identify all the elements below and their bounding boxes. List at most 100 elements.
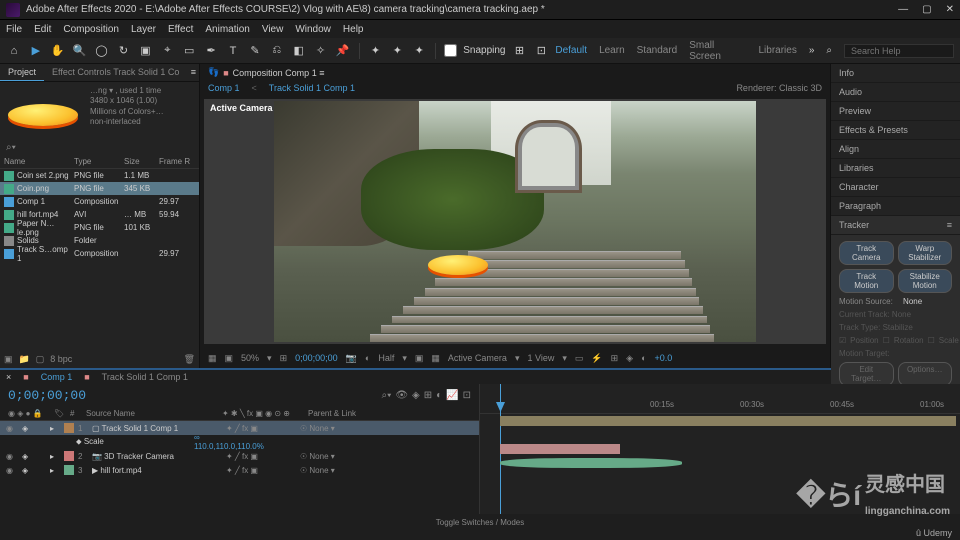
mask-icon[interactable]: ▣ bbox=[225, 353, 234, 364]
shy-icon[interactable]: 👁 bbox=[395, 390, 408, 401]
menu-effect[interactable]: Effect bbox=[168, 24, 193, 35]
time-display[interactable]: 0;00;00;00 bbox=[295, 353, 338, 363]
eraser-tool-icon[interactable]: ◧ bbox=[291, 43, 307, 59]
home-icon[interactable]: ⌂ bbox=[6, 43, 22, 59]
menu-view[interactable]: View bbox=[262, 24, 284, 35]
panel-libraries[interactable]: Libraries bbox=[831, 159, 960, 178]
tl-close-icon[interactable]: × bbox=[6, 372, 11, 382]
comp-icon[interactable]: ▢ bbox=[36, 354, 45, 365]
exposure-value[interactable]: +0.0 bbox=[655, 353, 673, 363]
channel-icon[interactable]: ◐ bbox=[365, 353, 370, 363]
hand-tool-icon[interactable]: ✋ bbox=[50, 43, 66, 59]
tracker-menu-icon[interactable]: ≡ bbox=[947, 220, 952, 230]
menu-help[interactable]: Help bbox=[343, 24, 364, 35]
tab-effect-controls[interactable]: Effect Controls Track Solid 1 Co bbox=[44, 64, 187, 81]
rotation-tool-icon[interactable]: ↻ bbox=[116, 43, 132, 59]
composition-viewer[interactable]: Active Camera bbox=[204, 99, 826, 344]
layer-bar-2[interactable] bbox=[500, 444, 620, 454]
menu-file[interactable]: File bbox=[6, 24, 22, 35]
panel-preview[interactable]: Preview bbox=[831, 102, 960, 121]
selection-tool-icon[interactable]: ▶ bbox=[28, 43, 44, 59]
menu-edit[interactable]: Edit bbox=[34, 24, 51, 35]
renderer-select[interactable]: Classic 3D bbox=[779, 83, 822, 93]
tl-tab-comp1[interactable]: Comp 1 bbox=[41, 372, 73, 382]
snap-opt-icon[interactable]: ⊞ bbox=[511, 43, 527, 59]
puppet-tool-icon[interactable]: 📌 bbox=[335, 43, 351, 59]
snapping-checkbox[interactable] bbox=[444, 44, 457, 57]
folder-icon[interactable]: 📁 bbox=[19, 354, 30, 365]
trash-icon[interactable]: 🗑 bbox=[184, 354, 195, 365]
bpc-button[interactable]: 8 bpc bbox=[50, 354, 72, 364]
project-row[interactable]: Coin.pngPNG file345 KB bbox=[0, 182, 199, 195]
project-row[interactable]: Coin set 2.pngPNG file1.1 MB bbox=[0, 169, 199, 182]
res-auto-icon[interactable]: ⊞ bbox=[280, 353, 288, 364]
motionblur-icon[interactable]: ◐ bbox=[436, 390, 442, 401]
workspace-libraries[interactable]: Libraries bbox=[758, 45, 796, 56]
view-axis-icon[interactable]: ✦ bbox=[411, 43, 427, 59]
minimize-button[interactable]: — bbox=[898, 4, 908, 15]
coin-layer[interactable] bbox=[428, 255, 488, 275]
roi-icon[interactable]: ▣ bbox=[415, 353, 424, 364]
tl-tab-track[interactable]: Track Solid 1 Comp 1 bbox=[102, 372, 188, 382]
close-button[interactable]: ✕ bbox=[946, 4, 954, 15]
menu-composition[interactable]: Composition bbox=[63, 24, 119, 35]
transparency-icon[interactable]: ▦ bbox=[431, 353, 440, 364]
crumb-comp1[interactable]: Comp 1 bbox=[208, 83, 240, 93]
timeline-layer[interactable]: ◉◈▸3▶ hill fort.mp4✦ ╱ fx ▣☉ None ▾ bbox=[0, 463, 479, 477]
zoom-tool-icon[interactable]: 🔍 bbox=[72, 43, 88, 59]
timeline-layer[interactable]: ◉◈▸2📷 3D Tracker Camera✦ ╱ fx ▣☉ None ▾ bbox=[0, 449, 479, 463]
search-help-input[interactable] bbox=[844, 44, 954, 58]
workspace-default[interactable]: Default bbox=[555, 45, 587, 56]
project-row[interactable]: Comp 1Composition29.97 bbox=[0, 195, 199, 208]
layer-bar-1[interactable] bbox=[500, 416, 956, 426]
graph-icon[interactable]: 📈 bbox=[446, 390, 458, 401]
pan-behind-tool-icon[interactable]: ⌖ bbox=[159, 43, 175, 59]
flowchart-icon[interactable]: ◈ bbox=[626, 353, 633, 364]
menu-window[interactable]: Window bbox=[295, 24, 331, 35]
orbit-tool-icon[interactable]: ◯ bbox=[94, 43, 110, 59]
fast-preview-icon[interactable]: ⚡ bbox=[591, 353, 602, 364]
snap-opt2-icon[interactable]: ⊡ bbox=[533, 43, 549, 59]
panel-character[interactable]: Character bbox=[831, 178, 960, 197]
panel-effects-presets[interactable]: Effects & Presets bbox=[831, 121, 960, 140]
tab-composition[interactable]: Composition Comp 1 ≡ bbox=[233, 68, 325, 78]
crumb-track-solid[interactable]: Track Solid 1 Comp 1 bbox=[269, 83, 355, 93]
timeline-layer[interactable]: ⬥ Scale∞ 110.0,110.0,110.0% bbox=[0, 435, 479, 449]
panel-audio[interactable]: Audio bbox=[831, 83, 960, 102]
exposure-reset-icon[interactable]: ◐ bbox=[641, 353, 646, 363]
project-row[interactable]: Track S…omp 1Composition29.97 bbox=[0, 247, 199, 260]
views-select[interactable]: 1 View bbox=[527, 353, 554, 363]
brainstorm-icon[interactable]: ⊡ bbox=[463, 390, 471, 401]
panel-align[interactable]: Align bbox=[831, 140, 960, 159]
maximize-button[interactable]: ▢ bbox=[922, 4, 931, 15]
zoom-select[interactable]: 50% bbox=[241, 353, 259, 363]
world-axis-icon[interactable]: ✦ bbox=[389, 43, 405, 59]
tab-project[interactable]: Project bbox=[0, 64, 44, 81]
panel-menu-icon[interactable]: ≡ bbox=[188, 64, 199, 81]
workspace-small[interactable]: Small Screen bbox=[689, 40, 746, 62]
track-camera-button[interactable]: Track Camera bbox=[839, 241, 894, 265]
workspace-more-icon[interactable]: » bbox=[809, 45, 815, 56]
menu-layer[interactable]: Layer bbox=[131, 24, 156, 35]
grid-icon[interactable]: ▦ bbox=[208, 353, 217, 364]
snapshot-icon[interactable]: 📷 bbox=[346, 353, 357, 364]
search-layer-input[interactable]: ⌕▾ bbox=[382, 390, 392, 401]
frameblend-icon[interactable]: ⊞ bbox=[424, 390, 432, 401]
menu-animation[interactable]: Animation bbox=[205, 24, 249, 35]
local-axis-icon[interactable]: ✦ bbox=[368, 43, 384, 59]
resolution-select[interactable]: Half bbox=[378, 353, 394, 363]
tracker-panel-title[interactable]: Tracker bbox=[839, 220, 869, 230]
shape-tool-icon[interactable]: ▭ bbox=[181, 43, 197, 59]
pen-tool-icon[interactable]: ✒ bbox=[203, 43, 219, 59]
project-row[interactable]: Paper N…le.pngPNG file101 KB bbox=[0, 221, 199, 234]
pixel-aspect-icon[interactable]: ▭ bbox=[575, 353, 584, 364]
motion-source-select[interactable]: None bbox=[903, 297, 922, 306]
brush-tool-icon[interactable]: ✎ bbox=[247, 43, 263, 59]
workspace-learn[interactable]: Learn bbox=[599, 45, 625, 56]
panel-info[interactable]: Info bbox=[831, 64, 960, 83]
layer-bar-3[interactable] bbox=[500, 458, 682, 468]
draft3d-icon[interactable]: ◈ bbox=[412, 390, 420, 401]
clone-tool-icon[interactable]: ⎌ bbox=[269, 43, 285, 59]
roto-tool-icon[interactable]: ✧ bbox=[313, 43, 329, 59]
timecode[interactable]: 0;00;00;00 bbox=[0, 384, 94, 407]
